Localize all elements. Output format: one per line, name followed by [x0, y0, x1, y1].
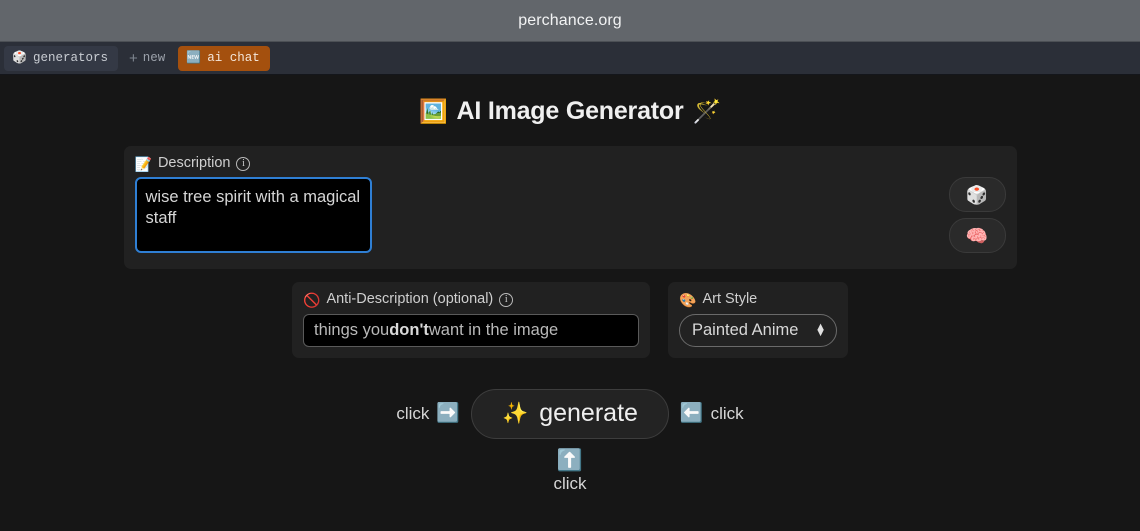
- description-side-buttons: 🎲 🧠: [948, 177, 1006, 254]
- page-title-text: AI Image Generator: [456, 97, 684, 125]
- art-style-selected-value: Painted Anime: [692, 320, 799, 339]
- arrow-right-icon: ➡️: [436, 403, 461, 425]
- magic-wand-icon: 🪄: [692, 98, 722, 124]
- info-icon[interactable]: i: [236, 156, 251, 171]
- right-click-hint: ⬅️ click: [680, 404, 744, 424]
- dice-icon: 🎲: [12, 51, 27, 65]
- info-icon[interactable]: i: [499, 293, 514, 308]
- below-hint-label: click: [553, 473, 587, 493]
- anti-description-input[interactable]: things you don't want in the image: [303, 313, 639, 347]
- prohibited-icon: 🚫: [303, 292, 321, 309]
- memo-icon: 📝: [134, 155, 152, 172]
- art-style-label-text: Art Style: [702, 291, 758, 308]
- description-row: 🎲 🧠: [134, 177, 1006, 258]
- generate-row: click ➡️ ✨ generate ⬅️ click: [396, 388, 744, 439]
- anti-placeholder-part2: want in the image: [428, 320, 559, 339]
- art-style-label: 🎨 Art Style: [679, 291, 837, 308]
- randomize-button[interactable]: 🎲: [948, 177, 1006, 213]
- below-click-hint: ⬆️ click: [553, 450, 586, 494]
- description-input-wrap: [134, 177, 940, 258]
- generate-button[interactable]: ✨ generate: [471, 388, 669, 439]
- description-label-text: Description: [157, 155, 231, 171]
- generate-button-label: generate: [539, 399, 638, 428]
- tab-new[interactable]: + new: [121, 46, 175, 71]
- dice-icon: 🎲: [965, 184, 989, 205]
- tab-ai-chat[interactable]: 🆕 ai chat: [178, 45, 270, 71]
- plus-icon: +: [128, 49, 138, 67]
- arrow-left-icon: ⬅️: [679, 403, 704, 425]
- anti-description-label-text: Anti-Description (optional): [326, 291, 494, 308]
- browser-tabstrip: 🎲 generators + new 🆕 ai chat: [0, 42, 1140, 75]
- palette-icon: 🎨: [679, 292, 697, 309]
- art-style-select[interactable]: Painted Anime ▲ ▼: [679, 313, 837, 347]
- anti-placeholder-bold: don't: [389, 320, 429, 339]
- brain-icon: 🧠: [965, 225, 989, 246]
- arrow-up-icon: ⬆️: [556, 448, 584, 472]
- framed-picture-icon: 🖼️: [419, 98, 448, 124]
- art-style-panel: 🎨 Art Style Painted Anime ▲ ▼: [668, 282, 848, 358]
- anti-description-panel: 🚫 Anti-Description (optional) i things y…: [292, 282, 650, 358]
- sparkles-icon: ✨: [502, 402, 529, 426]
- browser-titlebar: perchance.org: [0, 0, 1140, 42]
- page-content: 🖼️ AI Image Generator 🪄 📝 Description i …: [0, 75, 1140, 531]
- options-row: 🚫 Anti-Description (optional) i things y…: [292, 282, 848, 358]
- left-hint-label: click: [396, 403, 430, 423]
- tab-new-label: new: [142, 51, 166, 65]
- new-badge-icon: 🆕: [186, 51, 202, 65]
- tab-ai-chat-label: ai chat: [207, 51, 260, 65]
- tab-generators-label: generators: [32, 51, 108, 65]
- description-panel: 📝 Description i 🎲 🧠: [123, 146, 1017, 270]
- anti-placeholder-part1: things you: [314, 320, 390, 339]
- page-title: 🖼️ AI Image Generator 🪄: [419, 97, 721, 126]
- description-input[interactable]: [134, 177, 372, 254]
- anti-description-label: 🚫 Anti-Description (optional) i: [303, 291, 639, 308]
- right-hint-label: click: [710, 403, 744, 423]
- left-click-hint: click ➡️: [396, 404, 460, 424]
- browser-title: perchance.org: [518, 11, 622, 29]
- description-label: 📝 Description i: [135, 155, 1006, 172]
- tab-generators[interactable]: 🎲 generators: [4, 45, 118, 71]
- chevron-up-down-icon: ▲ ▼: [815, 321, 826, 340]
- ai-enhance-button[interactable]: 🧠: [948, 218, 1006, 254]
